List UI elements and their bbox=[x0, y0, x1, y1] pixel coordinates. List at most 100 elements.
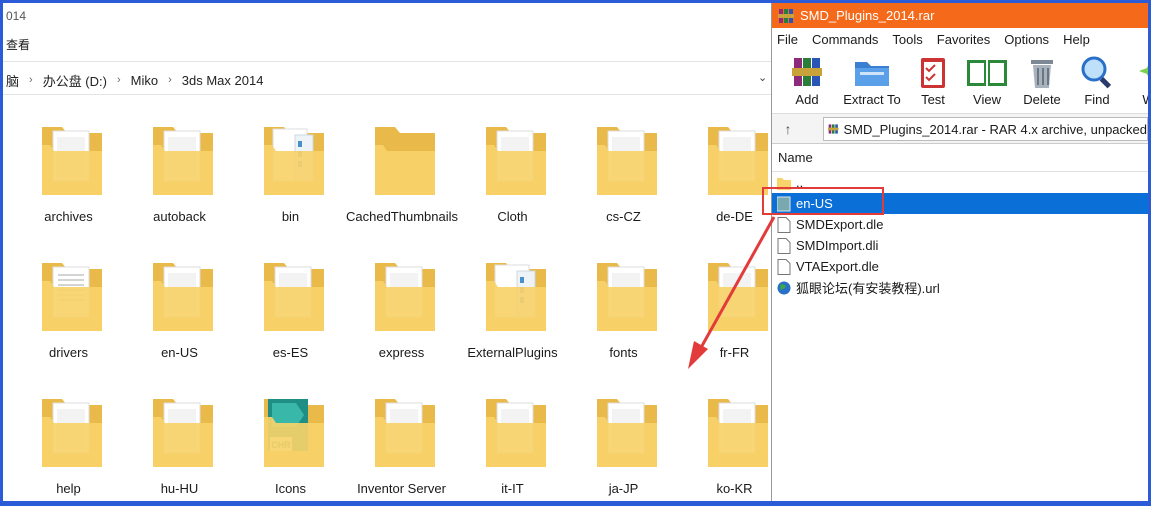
breadcrumb-segment[interactable]: 3ds Max 2014 bbox=[182, 73, 264, 88]
window-title-fragment: 014 bbox=[6, 9, 27, 23]
address-divider bbox=[3, 94, 771, 95]
up-arrow-icon[interactable]: ↑ bbox=[772, 121, 804, 137]
breadcrumb-segment[interactable]: 脑 bbox=[6, 71, 19, 90]
trash-can-icon bbox=[1031, 60, 1053, 88]
folder-label: express bbox=[378, 345, 425, 360]
folder-item[interactable]: cs-CZ bbox=[568, 111, 679, 247]
folder-label: es-ES bbox=[272, 345, 309, 360]
folder-icon bbox=[486, 127, 546, 195]
folder-icon bbox=[375, 127, 435, 195]
breadcrumb-chevron-icon[interactable]: › bbox=[117, 74, 121, 86]
folder-label: it-IT bbox=[501, 481, 524, 496]
extract-folder-icon bbox=[855, 62, 889, 86]
icons-folder-icon: CHR bbox=[264, 399, 324, 467]
folder-icon bbox=[486, 399, 546, 467]
menu-commands[interactable]: Commands bbox=[812, 32, 878, 47]
folder-label: ExternalPlugins bbox=[467, 345, 558, 360]
folder-icon bbox=[597, 127, 657, 195]
file-name: SMDExport.dle bbox=[796, 217, 884, 232]
red-arrow-annotation bbox=[688, 216, 776, 369]
delete-label: Delete bbox=[1023, 92, 1061, 107]
folder-icon bbox=[264, 127, 324, 195]
breadcrumb-segment[interactable]: Miko bbox=[131, 73, 158, 88]
folder-icon bbox=[708, 399, 768, 467]
folder-item[interactable]: ja-JP bbox=[568, 383, 679, 501]
folder-label: fonts bbox=[609, 345, 638, 360]
add-label: Add bbox=[795, 92, 819, 107]
folder-label: archives bbox=[44, 209, 93, 224]
folder-item[interactable]: Cloth bbox=[457, 111, 568, 247]
file-row-smdimport[interactable]: SMDImport.dli bbox=[772, 235, 1148, 256]
folder-icon bbox=[597, 399, 657, 467]
folder-item[interactable]: it-IT bbox=[457, 383, 568, 501]
folder-icon bbox=[153, 263, 213, 331]
folder-item[interactable]: archives bbox=[13, 111, 124, 247]
wizard-button[interactable]: Wi bbox=[1117, 54, 1148, 107]
folder-item[interactable]: drivers bbox=[13, 247, 124, 383]
folder-label: help bbox=[56, 481, 81, 496]
menu-favorites[interactable]: Favorites bbox=[937, 32, 990, 47]
extract-to-button[interactable]: Extract To bbox=[837, 54, 907, 107]
view-book-icon bbox=[967, 60, 1007, 86]
folder-label: CachedThumbnails bbox=[346, 209, 459, 224]
folder-item[interactable]: bin bbox=[235, 111, 346, 247]
folder-item[interactable]: express bbox=[346, 247, 457, 383]
folder-grid: archives autoback bin CachedThumbnails Cloth… bbox=[13, 111, 771, 501]
breadcrumb-chevron-icon[interactable]: › bbox=[168, 74, 172, 86]
wizard-icon bbox=[1139, 65, 1148, 77]
folder-item[interactable]: help bbox=[13, 383, 124, 501]
folder-item[interactable]: es-ES bbox=[235, 247, 346, 383]
folder-label: cs-CZ bbox=[606, 209, 641, 224]
folder-icon bbox=[486, 263, 546, 331]
folder-item[interactable]: autoback bbox=[124, 111, 235, 247]
menu-options[interactable]: Options bbox=[1004, 32, 1049, 47]
breadcrumb-segment[interactable]: 办公盘 (D:) bbox=[43, 71, 107, 90]
address-bar[interactable]: 脑 › 办公盘 (D:) › Miko › 3ds Max 2014 ⌄ bbox=[3, 68, 771, 92]
winrar-titlebar[interactable]: SMD_Plugins_2014.rar bbox=[772, 3, 1148, 28]
folder-label: Inventor Server bbox=[357, 481, 446, 496]
find-label: Find bbox=[1084, 92, 1110, 107]
folder-item[interactable]: CachedThumbnails bbox=[346, 111, 459, 247]
folder-label: autoback bbox=[153, 209, 206, 224]
folder-item[interactable]: Inventor Server bbox=[346, 383, 457, 501]
folder-label: drivers bbox=[48, 345, 88, 360]
view-label: View bbox=[973, 92, 1001, 107]
file-row-url[interactable]: 狐眼论坛(有安装教程).url bbox=[772, 277, 1148, 298]
winrar-menubar: File Commands Tools Favorites Options He… bbox=[772, 28, 1148, 50]
folder-label: Cloth bbox=[497, 209, 528, 224]
folder-item[interactable]: ko-KR bbox=[679, 383, 771, 501]
file-explorer-window: 014 查看 脑 › 办公盘 (D:) › Miko › 3ds Max 201… bbox=[3, 3, 771, 501]
folder-icon bbox=[375, 263, 435, 331]
test-label: Test bbox=[921, 92, 945, 107]
add-button[interactable]: Add bbox=[774, 54, 840, 107]
test-clipboard-icon bbox=[921, 58, 945, 88]
breadcrumb-chevron-icon[interactable]: › bbox=[29, 74, 33, 86]
folder-icon bbox=[42, 399, 102, 467]
folder-icon bbox=[42, 263, 102, 331]
address-dropdown-chevron-icon[interactable]: ⌄ bbox=[758, 71, 767, 84]
archive-path-field[interactable]: SMD_Plugins_2014.rar - RAR 4.x archive, … bbox=[823, 117, 1148, 141]
menu-file[interactable]: File bbox=[777, 32, 798, 47]
folder-item[interactable]: hu-HU bbox=[124, 383, 235, 501]
file-name: 狐眼论坛(有安装教程).url bbox=[796, 281, 940, 296]
red-highlight-box bbox=[762, 187, 884, 215]
file-row-vtaexport[interactable]: VTAExport.dle bbox=[772, 256, 1148, 277]
folder-item[interactable]: fonts bbox=[568, 247, 679, 383]
folder-item[interactable]: ExternalPlugins bbox=[457, 247, 568, 383]
menu-tools[interactable]: Tools bbox=[892, 32, 922, 47]
menu-help[interactable]: Help bbox=[1063, 32, 1090, 47]
folder-icon bbox=[597, 263, 657, 331]
folder-label: hu-HU bbox=[160, 481, 199, 496]
ribbon-tab-view[interactable]: 查看 bbox=[6, 36, 30, 53]
wizard-label: Wi bbox=[1142, 92, 1148, 107]
winrar-title: SMD_Plugins_2014.rar bbox=[800, 8, 935, 23]
archive-icon bbox=[828, 124, 839, 134]
winrar-pathbar: ↑ SMD_Plugins_2014.rar - RAR 4.x archive… bbox=[772, 114, 1148, 144]
folder-label: ko-KR bbox=[716, 481, 753, 496]
file-row-smdexport[interactable]: SMDExport.dle bbox=[772, 214, 1148, 235]
column-header-name[interactable]: Name bbox=[772, 144, 1148, 172]
folder-icon bbox=[264, 263, 324, 331]
folder-icon bbox=[375, 399, 435, 467]
folder-item[interactable]: en-US bbox=[124, 247, 235, 383]
folder-item[interactable]: CHR Icons bbox=[235, 383, 346, 501]
